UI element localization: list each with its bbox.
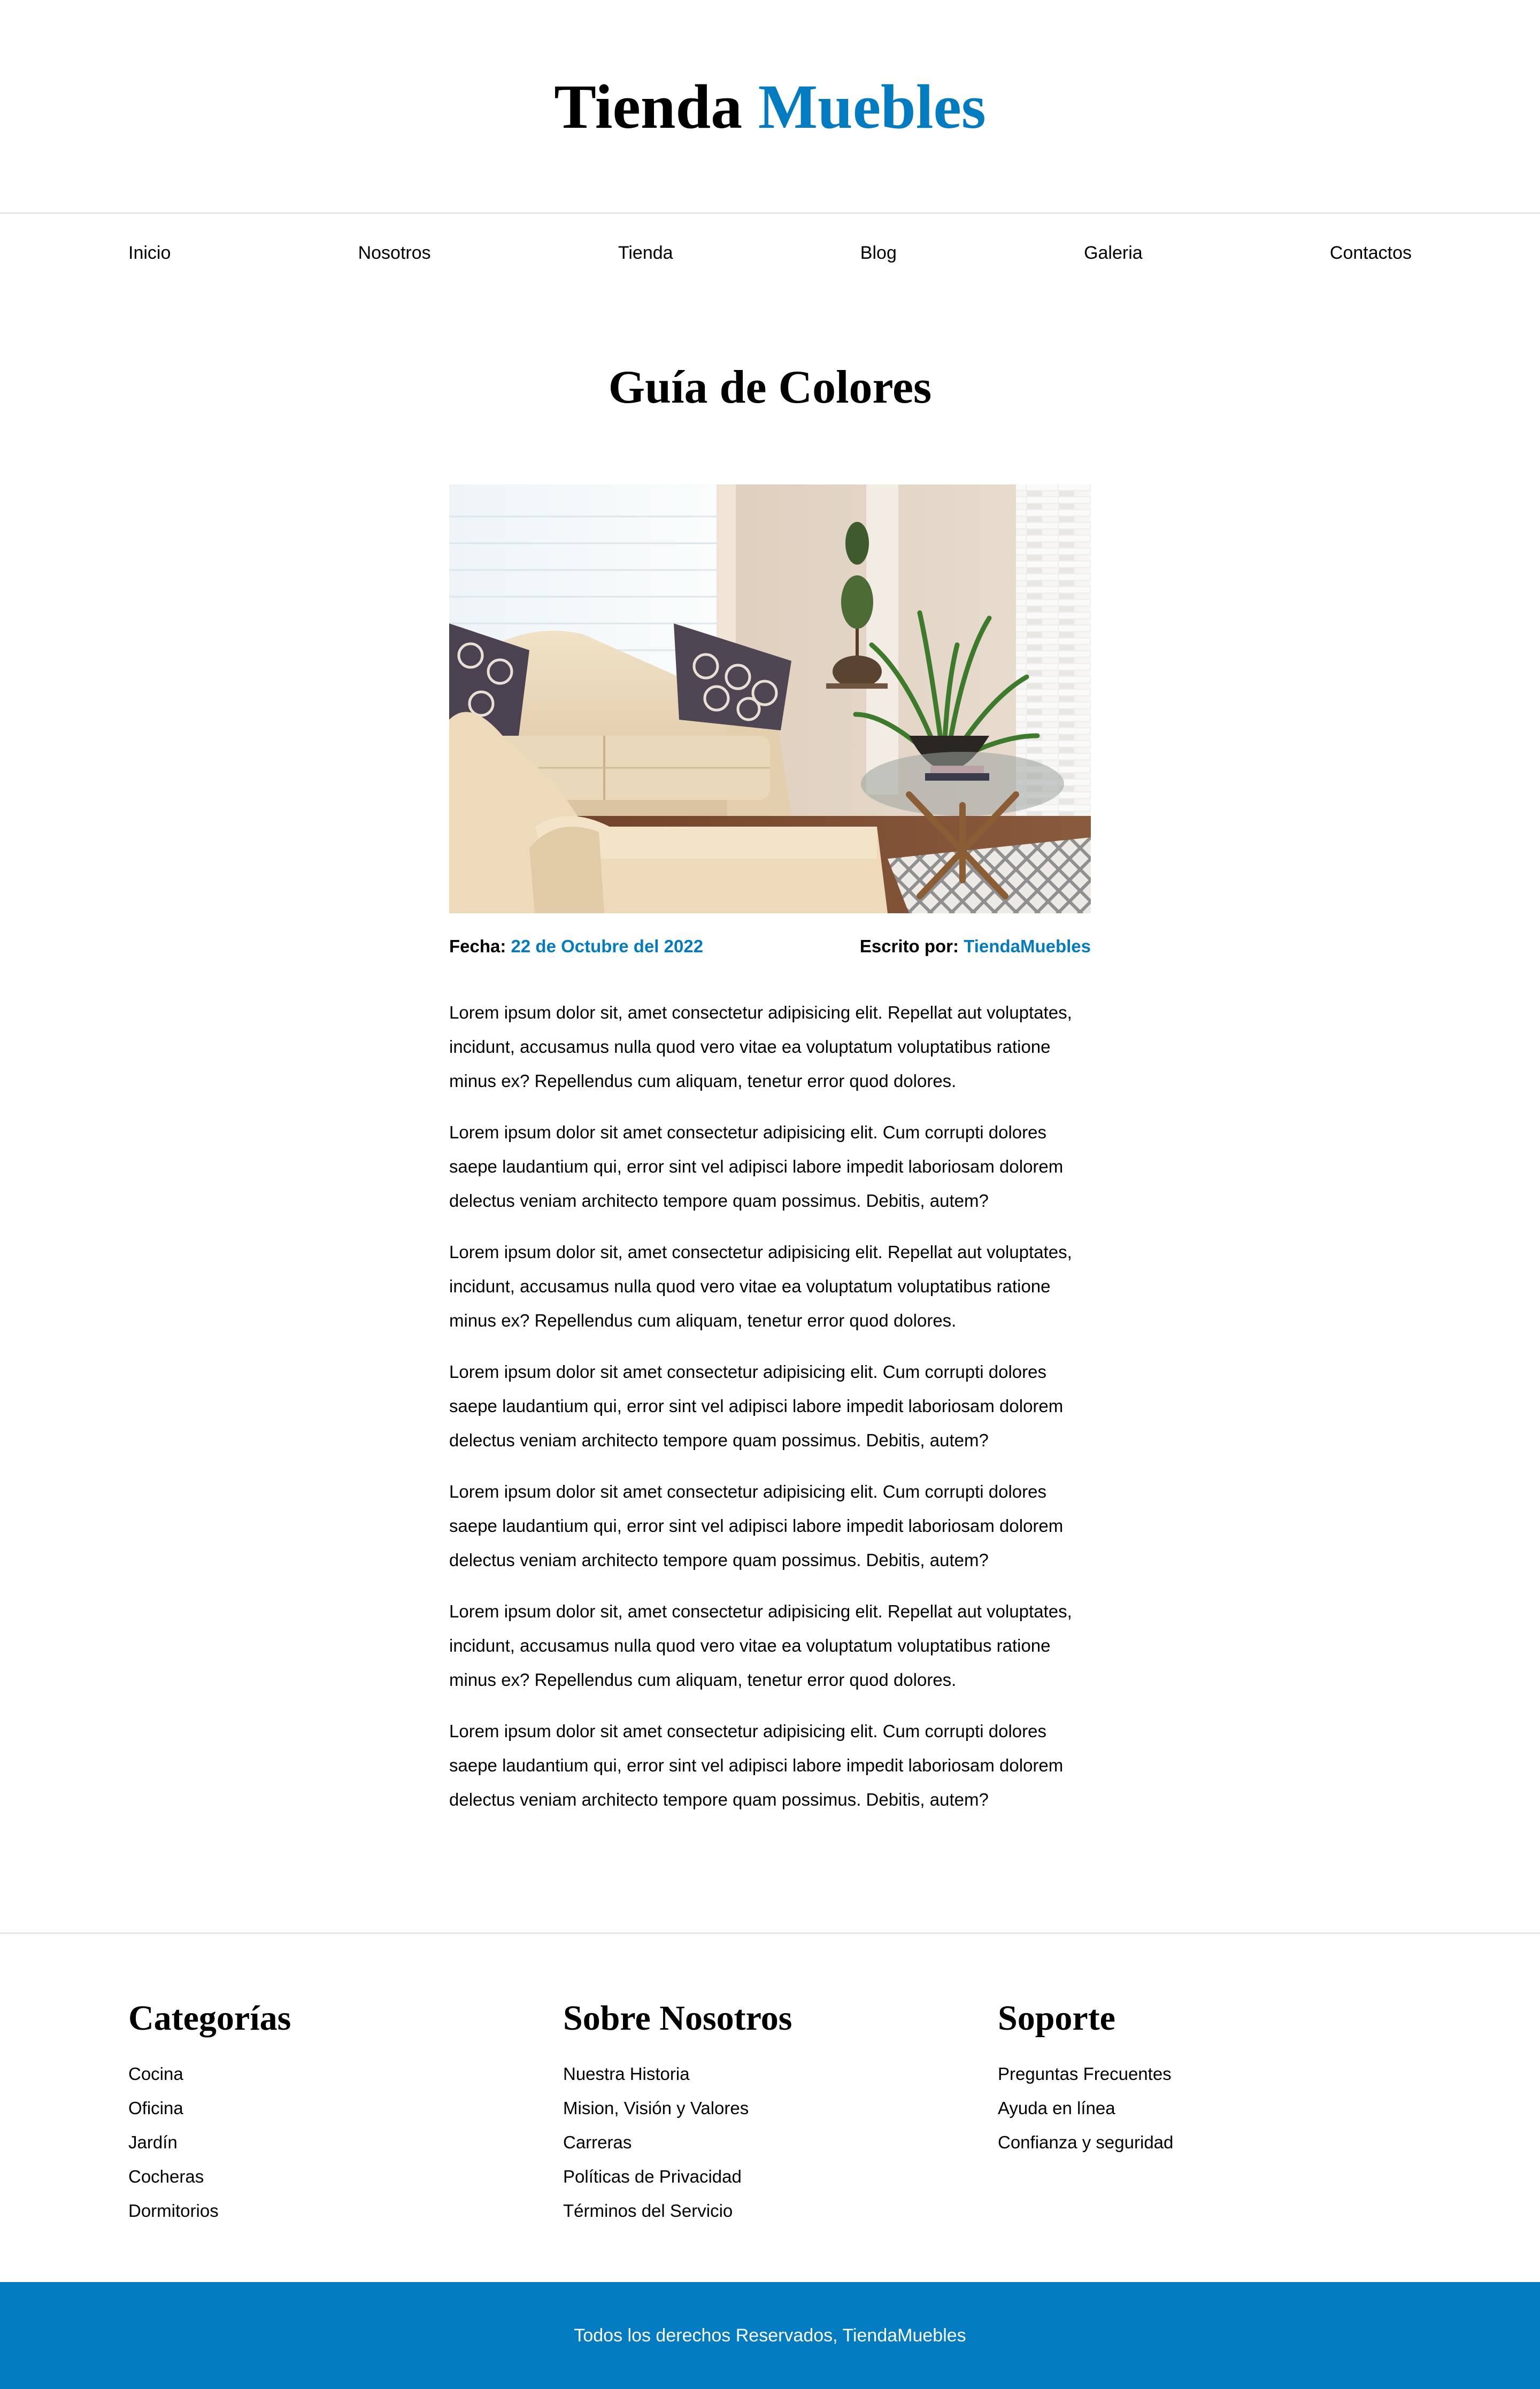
footer-link-terminos[interactable]: Términos del Servicio — [563, 2201, 733, 2221]
footer-link-confianza-seguridad[interactable]: Confianza y seguridad — [998, 2132, 1173, 2152]
article-author: Escrito por: TiendaMuebles — [860, 936, 1091, 957]
copyright-bar: Todos los derechos Reservados, TiendaMue… — [0, 2282, 1540, 2389]
footer-link-preguntas-frecuentes[interactable]: Preguntas Frecuentes — [998, 2064, 1172, 2084]
footer-link-cocheras[interactable]: Cocheras — [128, 2167, 204, 2186]
footer-link-oficina[interactable]: Oficina — [128, 2098, 183, 2118]
main-nav: Inicio Nosotros Tienda Blog Galeria Cont… — [128, 235, 1412, 271]
nav-link-blog[interactable]: Blog — [860, 235, 897, 271]
footer-link-cocina[interactable]: Cocina — [128, 2064, 183, 2084]
article-paragraph: Lorem ipsum dolor sit, amet consectetur … — [449, 1003, 1072, 1091]
footer-link-ayuda-en-linea[interactable]: Ayuda en línea — [998, 2098, 1115, 2118]
article-paragraph: Lorem ipsum dolor sit amet consectetur a… — [449, 1122, 1064, 1211]
footer-link-list: Nuestra Historia Mision, Visión y Valore… — [563, 2057, 969, 2228]
nav-link-nosotros[interactable]: Nosotros — [358, 235, 431, 271]
article-hero-image — [449, 484, 1091, 913]
site-footer: Categorías Cocina Oficina Jardín Cochera… — [0, 1932, 1540, 2282]
footer-link-nuestra-historia[interactable]: Nuestra Historia — [563, 2064, 690, 2084]
nav-link-contactos[interactable]: Contactos — [1330, 235, 1412, 271]
author-label: Escrito por: — [859, 936, 959, 956]
footer-link-list: Preguntas Frecuentes Ayuda en línea Conf… — [998, 2057, 1404, 2160]
site-logo[interactable]: Tienda Muebles — [0, 71, 1540, 143]
footer-heading: Soporte — [998, 1999, 1115, 2038]
footer-heading: Sobre Nosotros — [563, 1999, 792, 2038]
nav-link-inicio[interactable]: Inicio — [128, 235, 171, 271]
footer-link-mision-vision-valores[interactable]: Mision, Visión y Valores — [563, 2098, 749, 2118]
date-label: Fecha: — [449, 936, 506, 956]
article-paragraph: Lorem ipsum dolor sit amet consectetur a… — [449, 1482, 1064, 1570]
article-paragraph: Lorem ipsum dolor sit, amet consectetur … — [449, 1242, 1072, 1330]
footer-link-jardin[interactable]: Jardín — [128, 2132, 178, 2152]
footer-link-dormitorios[interactable]: Dormitorios — [128, 2201, 219, 2221]
living-room-photo — [449, 484, 1091, 913]
page-title: Guía de Colores — [608, 361, 932, 413]
article-date: Fecha: 22 de Octubre del 2022 — [449, 936, 703, 957]
footer-column-categorias: Categorías Cocina Oficina Jardín Cochera… — [128, 1998, 535, 2228]
article-meta: Fecha: 22 de Octubre del 2022 Escrito po… — [449, 933, 1091, 960]
footer-link-carreras[interactable]: Carreras — [563, 2132, 632, 2152]
author-value[interactable]: TiendaMuebles — [964, 936, 1091, 956]
article-paragraph: Lorem ipsum dolor sit amet consectetur a… — [449, 1721, 1064, 1809]
footer-heading: Categorías — [128, 1999, 291, 2038]
article-body: Lorem ipsum dolor sit, amet consectetur … — [449, 996, 1096, 1834]
copyright-text: Todos los derechos Reservados, TiendaMue… — [574, 2325, 966, 2346]
nav-link-tienda[interactable]: Tienda — [618, 235, 673, 271]
footer-column-sobre-nosotros: Sobre Nosotros Nuestra Historia Mision, … — [563, 1998, 969, 2228]
nav-link-galeria[interactable]: Galeria — [1084, 235, 1143, 271]
article-paragraph: Lorem ipsum dolor sit, amet consectetur … — [449, 1601, 1072, 1690]
footer-column-soporte: Soporte Preguntas Frecuentes Ayuda en lí… — [998, 1998, 1404, 2160]
site-header: Tienda Muebles — [0, 0, 1540, 214]
footer-link-privacidad[interactable]: Políticas de Privacidad — [563, 2167, 742, 2186]
article-paragraph: Lorem ipsum dolor sit amet consectetur a… — [449, 1362, 1064, 1450]
logo-text-tienda: Tienda — [554, 72, 743, 142]
logo-text-muebles: Muebles — [758, 72, 986, 142]
footer-link-list: Cocina Oficina Jardín Cocheras Dormitori… — [128, 2057, 535, 2228]
date-value: 22 de Octubre del 2022 — [511, 936, 704, 956]
